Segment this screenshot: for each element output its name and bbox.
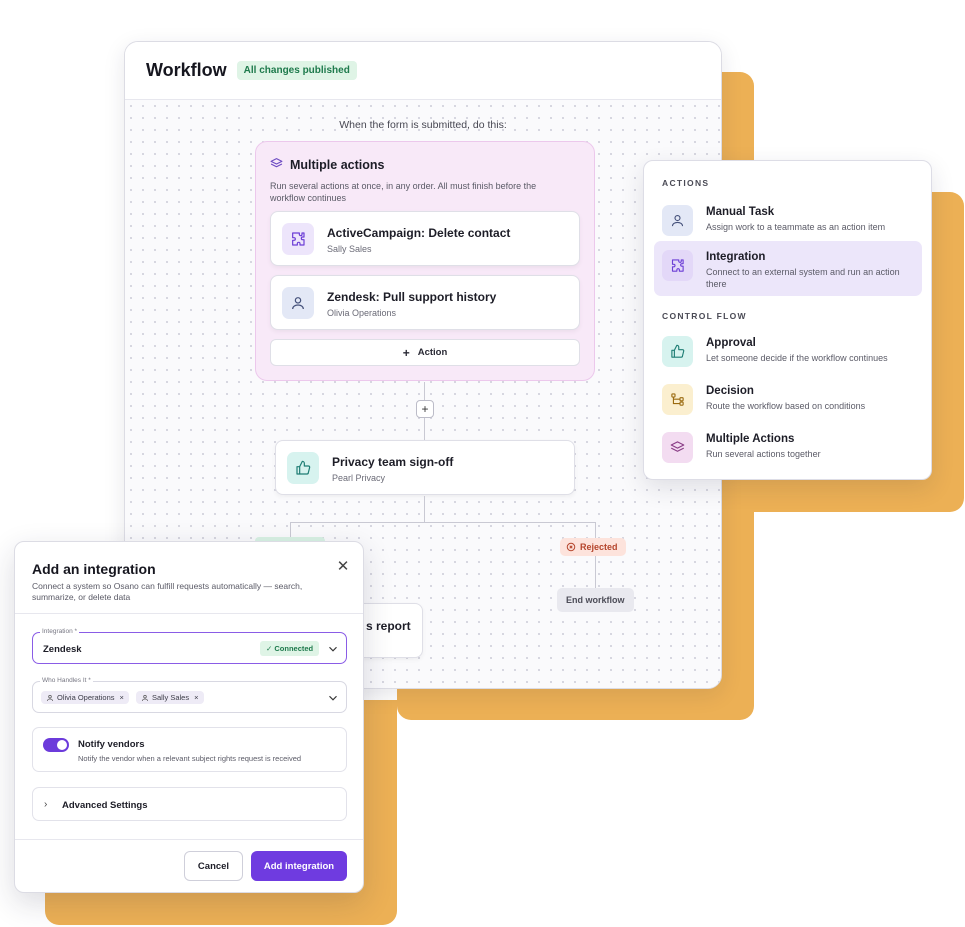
handler-chip[interactable]: Sally Sales × (136, 691, 204, 704)
page-title: Workflow (146, 60, 227, 80)
x-circle-icon (566, 542, 576, 552)
puzzle-icon (662, 250, 693, 281)
advanced-settings-row[interactable]: › Advanced Settings (32, 787, 347, 821)
plus-icon: + (402, 345, 410, 360)
action-title: Zendesk: Pull support history (327, 290, 497, 304)
modal-title: Add an integration (32, 561, 156, 577)
close-icon[interactable]: ✕ (335, 557, 351, 575)
connected-badge: ✓ Connected (260, 641, 320, 656)
action-assignee: Olivia Operations (327, 308, 397, 318)
multiple-actions-block[interactable]: Multiple actions Run several actions at … (255, 141, 595, 381)
integration-select[interactable]: Integration * Zendesk ✓ Connected (32, 628, 347, 664)
add-step-button[interactable]: + (416, 400, 434, 418)
handler-select[interactable]: Who Handles It * Olivia Operations × Sal… (32, 677, 347, 713)
connector-line (595, 522, 596, 590)
person-icon (282, 287, 314, 319)
advanced-settings-label: Advanced Settings (62, 800, 148, 811)
add-integration-button[interactable]: Add integration (251, 851, 347, 881)
menu-section-actions: ACTIONS (662, 178, 710, 188)
branch-icon (662, 384, 693, 415)
modal-description: Connect a system so Osano can fulfill re… (32, 581, 303, 603)
remove-chip-icon[interactable]: × (120, 693, 124, 702)
notify-vendors-title: Notify vendors (78, 739, 145, 750)
handler-field-label: Who Handles It * (40, 677, 93, 684)
menu-item-decision[interactable]: Decision Route the workflow based on con… (654, 375, 922, 421)
notify-vendors-description: Notify the vendor when a relevant subjec… (78, 754, 302, 763)
trigger-text: When the form is submitted, do this: (339, 119, 507, 131)
action-card-zendesk[interactable]: Zendesk: Pull support history Olivia Ope… (270, 275, 580, 330)
workflow-header: Workflow All changes published (125, 42, 721, 100)
person-icon (46, 694, 54, 701)
menu-item-manual-task[interactable]: Manual Task Assign work to a teammate as… (654, 196, 922, 246)
notify-vendors-toggle[interactable] (43, 738, 69, 752)
chevron-down-icon[interactable] (326, 691, 340, 705)
end-workflow-node[interactable]: End workflow (557, 588, 634, 612)
puzzle-icon (282, 223, 314, 255)
action-assignee: Sally Sales (327, 244, 372, 254)
branch-line (290, 522, 596, 523)
signoff-assignee: Pearl Privacy (332, 473, 386, 483)
integration-field-label: Integration * (40, 628, 80, 635)
signoff-title: Privacy team sign-off (332, 455, 454, 469)
status-badge: All changes published (236, 61, 357, 80)
step-type-menu: ACTIONS Manual Task Assign work to a tea… (643, 160, 932, 480)
menu-section-control-flow: CONTROL FLOW (662, 311, 747, 321)
menu-item-integration[interactable]: Integration Connect to an external syste… (654, 241, 922, 296)
notify-vendors-panel: Notify vendors Notify the vendor when a … (32, 727, 347, 772)
action-card-activecampaign[interactable]: ActiveCampaign: Delete contact Sally Sal… (270, 211, 580, 266)
person-icon (141, 694, 149, 701)
chevron-right-icon: › (44, 799, 48, 810)
person-icon (662, 205, 693, 236)
divider (15, 613, 363, 614)
layers-icon (662, 432, 693, 463)
menu-item-approval[interactable]: Approval Let someone decide if the workf… (654, 327, 922, 373)
multiple-actions-description: Run several actions at once, in any orde… (270, 181, 537, 203)
action-title: ActiveCampaign: Delete contact (327, 226, 511, 240)
cancel-button[interactable]: Cancel (184, 851, 243, 881)
chevron-down-icon[interactable] (326, 642, 340, 656)
add-integration-modal: Add an integration ✕ Connect a system so… (14, 541, 364, 893)
partial-card-title: s report (366, 619, 411, 633)
toggle-knob (57, 740, 67, 750)
integration-field-value: Zendesk (43, 644, 82, 655)
rejected-pill: Rejected (560, 538, 626, 556)
remove-chip-icon[interactable]: × (194, 693, 198, 702)
layers-icon (270, 157, 283, 173)
signoff-card[interactable]: Privacy team sign-off Pearl Privacy (275, 440, 575, 495)
divider (15, 839, 363, 840)
add-action-button[interactable]: + Action (270, 339, 580, 366)
thumbs-up-icon (287, 452, 319, 484)
handler-chip[interactable]: Olivia Operations × (41, 691, 129, 704)
thumbs-up-icon (662, 336, 693, 367)
menu-item-multiple-actions[interactable]: Multiple Actions Run several actions tog… (654, 423, 922, 469)
connector-line (424, 496, 425, 523)
multiple-actions-title: Multiple actions (270, 157, 384, 173)
